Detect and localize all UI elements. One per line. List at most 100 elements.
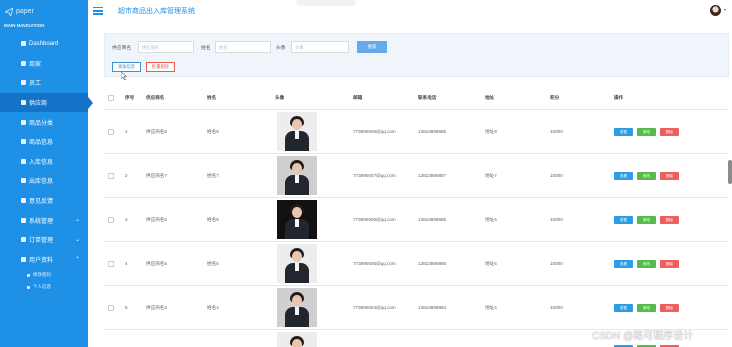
grid-icon [21, 80, 26, 86]
sidebar-item-1[interactable]: 商家 [0, 54, 88, 74]
top-placeholder [296, 0, 356, 6]
sidebar-subitem-1[interactable]: 个人信息 [0, 281, 88, 293]
sidebar-item-3[interactable]: 供应商 [0, 92, 93, 113]
batch-delete-button[interactable]: 批量删除 [146, 62, 175, 72]
bullet-icon [27, 285, 30, 289]
edit-button[interactable]: 修改 [637, 172, 656, 180]
view-button[interactable]: 查看 [614, 260, 633, 268]
sidebar-item-label: 出库信息 [29, 179, 54, 186]
cell-phone: 13823888887 [418, 173, 447, 178]
column-header: 序号 [125, 95, 135, 100]
cell-points: 10000 [550, 305, 563, 310]
supplier-input[interactable]: 供应商名 [138, 41, 194, 53]
view-button[interactable]: 查看 [614, 128, 633, 136]
scrollbar-thumb[interactable] [728, 160, 732, 184]
grid-icon [21, 158, 26, 164]
sidebar-item-10[interactable]: 订单管理 ⌄ [0, 230, 88, 250]
sidebar-item-label: 入库信息 [29, 159, 54, 166]
delete-button[interactable]: 删除 [660, 260, 679, 268]
grid-icon [21, 178, 26, 184]
sidebar-item-9[interactable]: 系统管理 ⌄ [0, 210, 88, 230]
menu-toggle-icon[interactable] [93, 7, 103, 15]
avatar-label: 头像 [276, 46, 286, 51]
sidebar-item-5[interactable]: 商品信息 [0, 132, 88, 152]
view-button[interactable]: 查看 [614, 172, 633, 180]
view-button[interactable]: 查看 [614, 304, 633, 312]
avatar-photo [277, 288, 317, 327]
edit-button[interactable]: 修改 [637, 304, 656, 312]
cell-email: 773890006@qq.com [353, 217, 396, 222]
sidebar-item-6[interactable]: 入库信息 [0, 152, 88, 172]
user-avatar[interactable] [710, 5, 721, 16]
chevron-down-icon[interactable]: ⌄ [75, 236, 80, 243]
name-label: 姓名 [201, 46, 211, 51]
caret-down-icon[interactable]: ▾ [724, 7, 726, 12]
search-button[interactable]: 搜索 [357, 41, 387, 53]
select-all-checkbox[interactable] [108, 95, 114, 101]
delete-button[interactable]: 删除 [660, 216, 679, 224]
cell-no: 3 [125, 217, 128, 222]
comment-icon [21, 119, 26, 125]
delete-button[interactable]: 删除 [660, 128, 679, 136]
home-icon [21, 41, 26, 47]
sidebar-subitem-0[interactable]: 修改密码 [0, 269, 88, 281]
cell-address: 地址5 [485, 261, 497, 266]
row-checkbox[interactable] [108, 305, 114, 311]
sidebar-item-label: 商品信息 [29, 140, 54, 147]
cell-name: 姓名8 [207, 129, 219, 134]
column-header: 地址 [485, 95, 495, 100]
list-icon [21, 217, 26, 223]
view-button[interactable]: 查看 [614, 216, 633, 224]
cell-supplier: 供应商名8 [146, 129, 167, 134]
sidebar-item-0[interactable]: Dashboard [0, 34, 88, 54]
nav-list: Dashboard 商家 员工 供应商商品分类商品信息入库信息出库信息意见反馈 系统管理… [0, 34, 93, 270]
chevron-up-icon[interactable]: ⌃ [75, 256, 80, 263]
sidebar-item-8[interactable]: 意见反馈 [0, 191, 88, 211]
row-checkbox[interactable] [108, 261, 114, 267]
photo-head [292, 119, 302, 130]
bullet-icon [27, 273, 30, 277]
cell-supplier: 供应商名5 [146, 261, 167, 266]
list-icon [21, 237, 26, 243]
grid-icon [21, 60, 26, 66]
cell-email: 773890008@qq.com [353, 129, 396, 134]
row-checkbox[interactable] [108, 173, 114, 179]
name-input[interactable]: 姓名 [215, 41, 271, 53]
cell-phone: 13823888888 [418, 129, 447, 134]
sidebar-item-label: 商品分类 [29, 120, 54, 127]
table-row: 5 供应商名4 姓名4 773890004@qq.com 13823888884 地址4 1… [104, 286, 729, 330]
row-checkbox[interactable] [108, 129, 114, 135]
column-header: 积分 [550, 95, 560, 100]
sidebar-item-label: 用户资料 [29, 257, 54, 264]
brand: paper [0, 0, 88, 20]
table-header: 序号 供应商名 姓名 头像 邮箱 联系电话 地址 积分 操作 [104, 87, 729, 110]
sidebar-item-2[interactable]: 员工 [0, 73, 88, 93]
avatar-input[interactable]: 头像 [291, 41, 349, 53]
sidebar-subitem-label: 修改密码 [33, 272, 51, 278]
sidebar-item-7[interactable]: 出库信息 [0, 171, 88, 191]
column-header: 头像 [275, 95, 285, 100]
cell-name: 姓名6 [207, 217, 219, 222]
delete-button[interactable]: 删除 [660, 304, 679, 312]
avatar-photo [277, 244, 317, 283]
row-checkbox[interactable] [108, 217, 114, 223]
cell-supplier: 供应商名4 [146, 305, 167, 310]
nav-header: MAIN NAVIGATION [4, 23, 45, 28]
edit-button[interactable]: 修改 [637, 128, 656, 136]
photo-head [292, 295, 302, 306]
photo-shirt [295, 219, 299, 227]
cell-no: 5 [125, 305, 128, 310]
delete-button[interactable]: 删除 [660, 172, 679, 180]
table-row: 1 供应商名8 姓名8 773890008@qq.com 13823888888 地址8 1… [104, 110, 729, 154]
cell-name: 姓名4 [207, 305, 219, 310]
photo-shirt [295, 307, 299, 315]
add-button[interactable]: 添加信息 [112, 62, 141, 72]
app-root: { "brand":{"logo_text":"paper"}, "nav":{… [0, 0, 732, 347]
sidebar-item-4[interactable]: 商品分类 [0, 112, 88, 132]
edit-button[interactable]: 修改 [637, 260, 656, 268]
edit-button[interactable]: 修改 [637, 216, 656, 224]
sidebar-item-11[interactable]: 用户资料 ⌃ [0, 250, 88, 270]
photo-shirt [295, 175, 299, 183]
chevron-down-icon[interactable]: ⌄ [75, 216, 80, 223]
photo-shirt [295, 263, 299, 271]
